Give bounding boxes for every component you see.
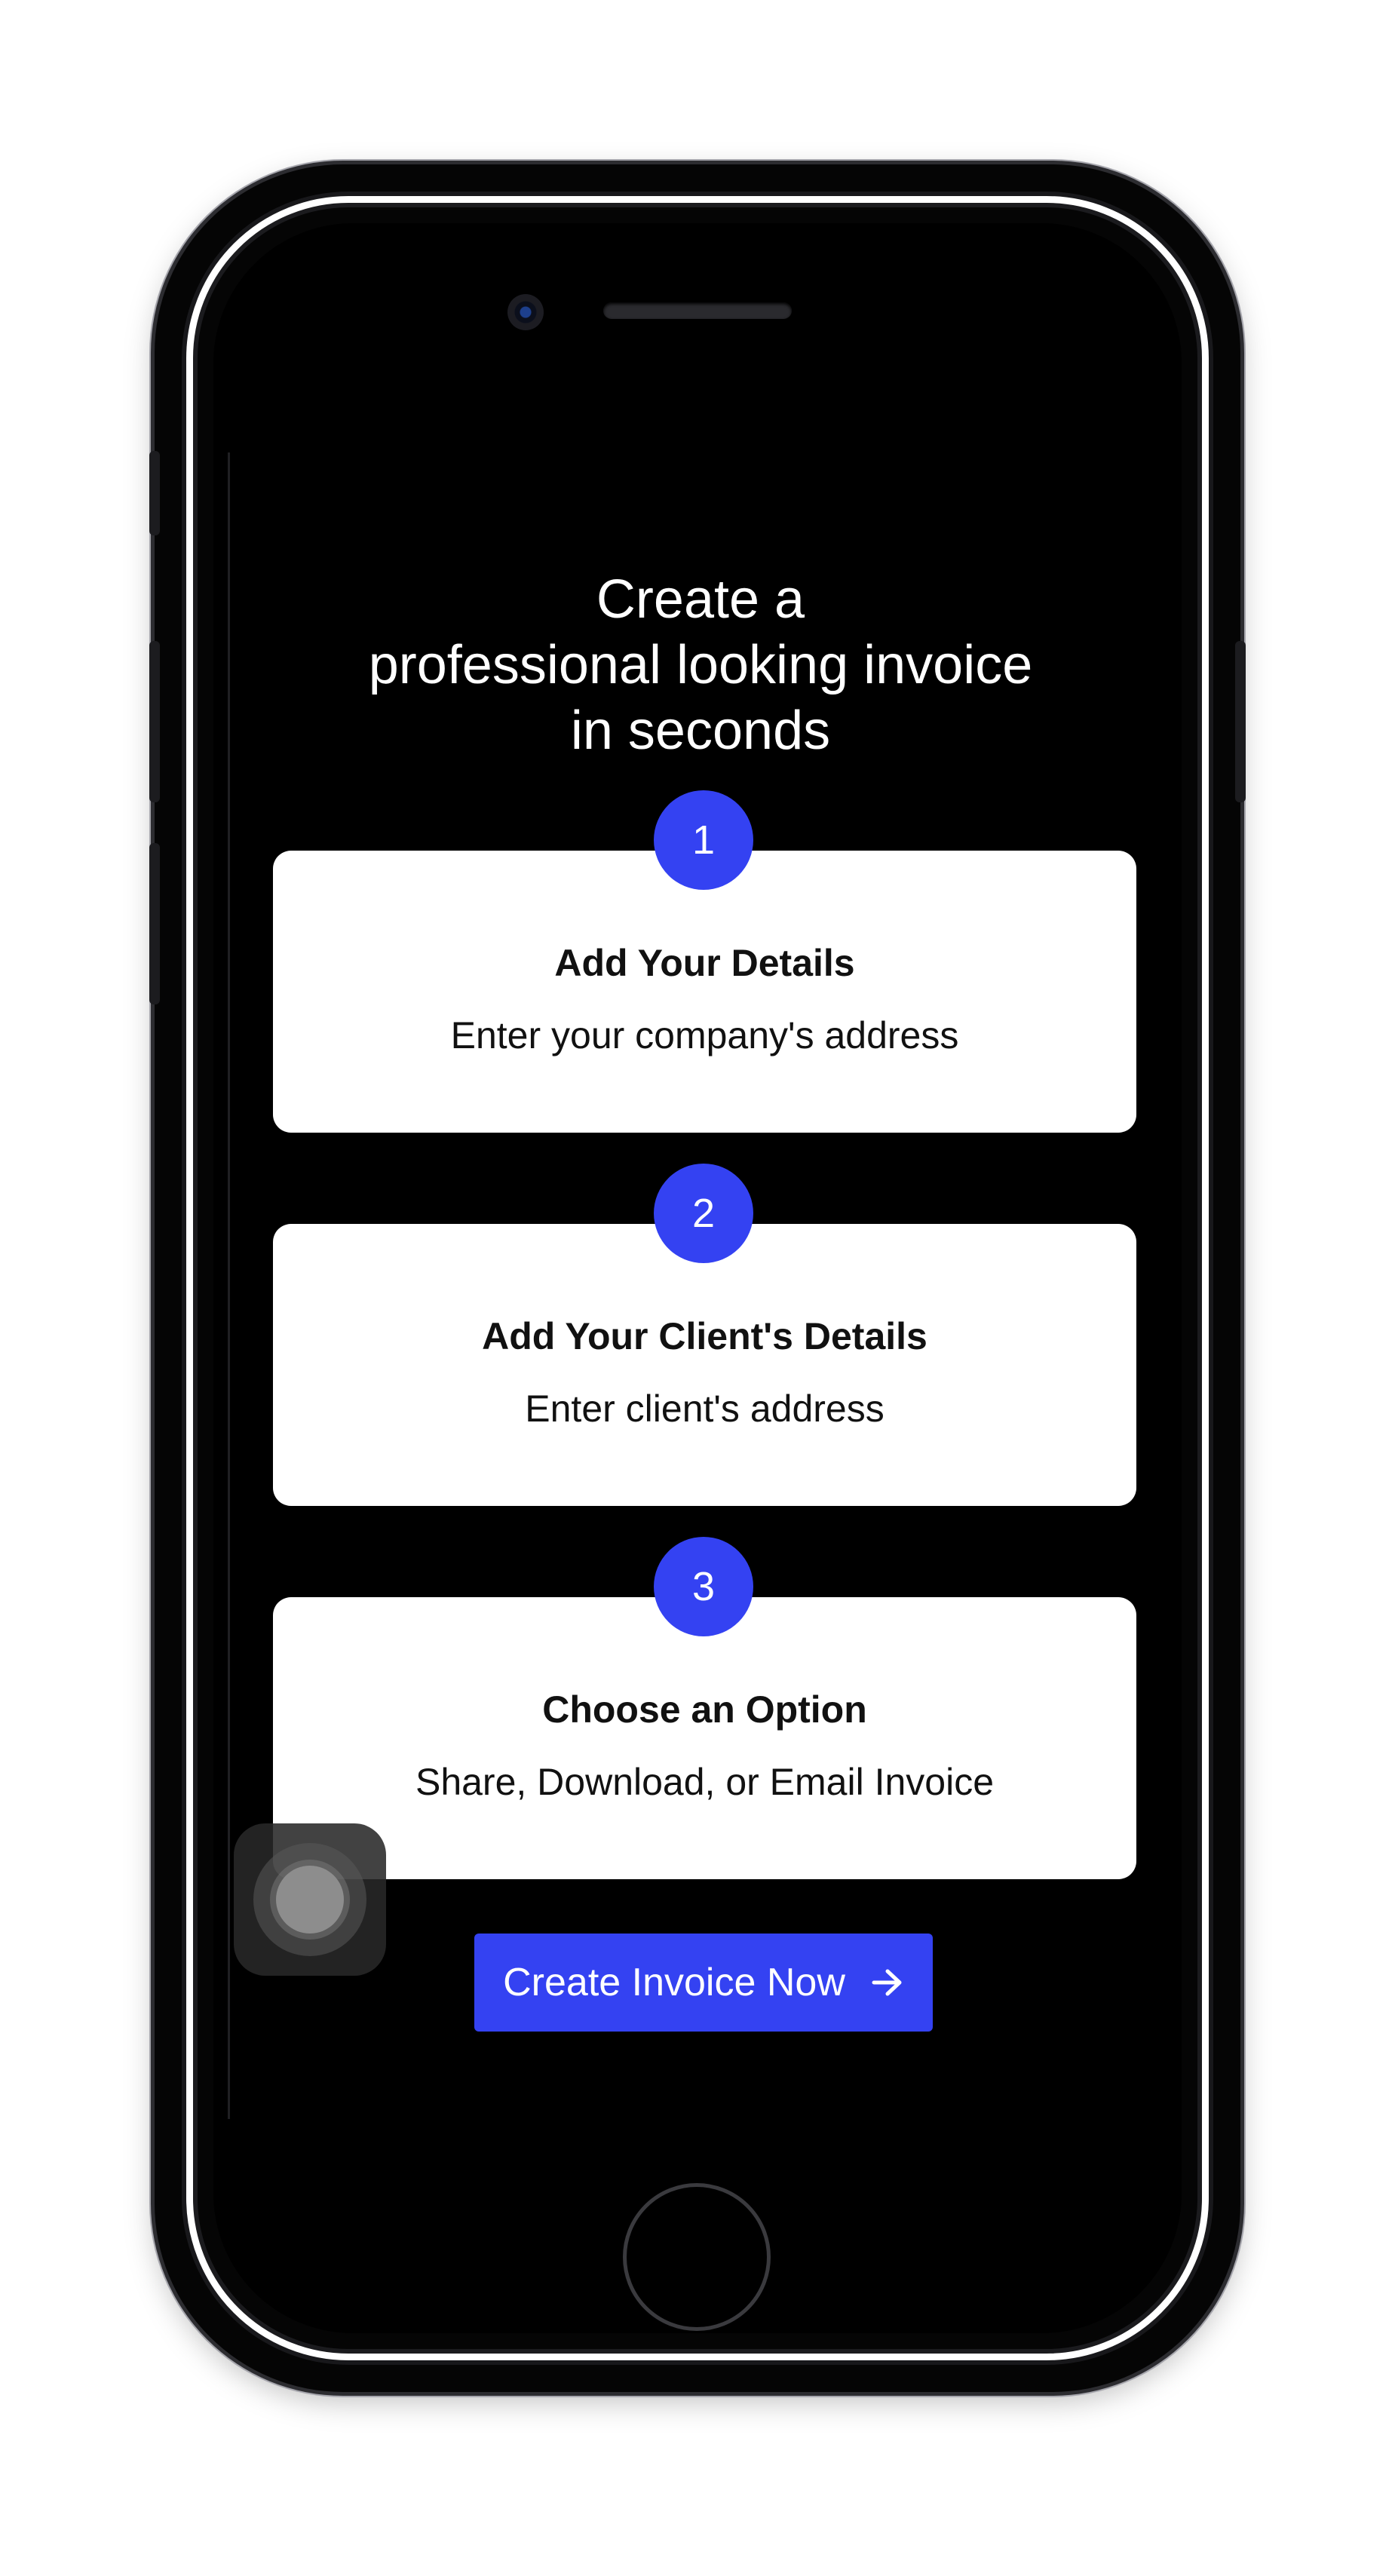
arrow-right-icon	[871, 1967, 904, 1998]
step-card-2: Add Your Client's Details Enter client's…	[273, 1224, 1136, 1506]
earpiece-speaker	[603, 302, 792, 319]
title-line-1: Create a	[596, 569, 805, 630]
step-title: Add Your Client's Details	[482, 1315, 927, 1357]
create-invoice-label: Create Invoice Now	[503, 1961, 845, 2004]
title-line-2: professional looking invoice	[368, 635, 1033, 695]
step-number-badge-2: 2	[654, 1164, 753, 1263]
step-description: Share, Download, or Email Invoice	[415, 1761, 995, 1803]
home-button[interactable]	[623, 2183, 771, 2331]
step-number-badge-1: 1	[654, 790, 753, 890]
step-number-badge-3: 3	[654, 1537, 753, 1636]
assistive-touch-icon	[276, 1866, 344, 1934]
step-title: Add Your Details	[554, 942, 855, 984]
power-button	[1235, 641, 1246, 802]
volume-up-button	[149, 641, 160, 802]
page-title: Create a professional looking invoice in…	[230, 567, 1171, 764]
front-camera-icon	[507, 294, 544, 330]
create-invoice-button[interactable]: Create Invoice Now	[474, 1934, 933, 2032]
step-title: Choose an Option	[542, 1688, 867, 1731]
step-description: Enter client's address	[525, 1388, 885, 1430]
volume-down-button	[149, 843, 160, 1004]
silent-switch	[149, 451, 160, 535]
step-description: Enter your company's address	[450, 1014, 959, 1056]
step-card-3: Choose an Option Share, Download, or Ema…	[273, 1597, 1136, 1879]
title-line-3: in seconds	[570, 701, 831, 761]
assistive-touch-button[interactable]	[234, 1823, 386, 1976]
step-card-1: Add Your Details Enter your company's ad…	[273, 851, 1136, 1133]
